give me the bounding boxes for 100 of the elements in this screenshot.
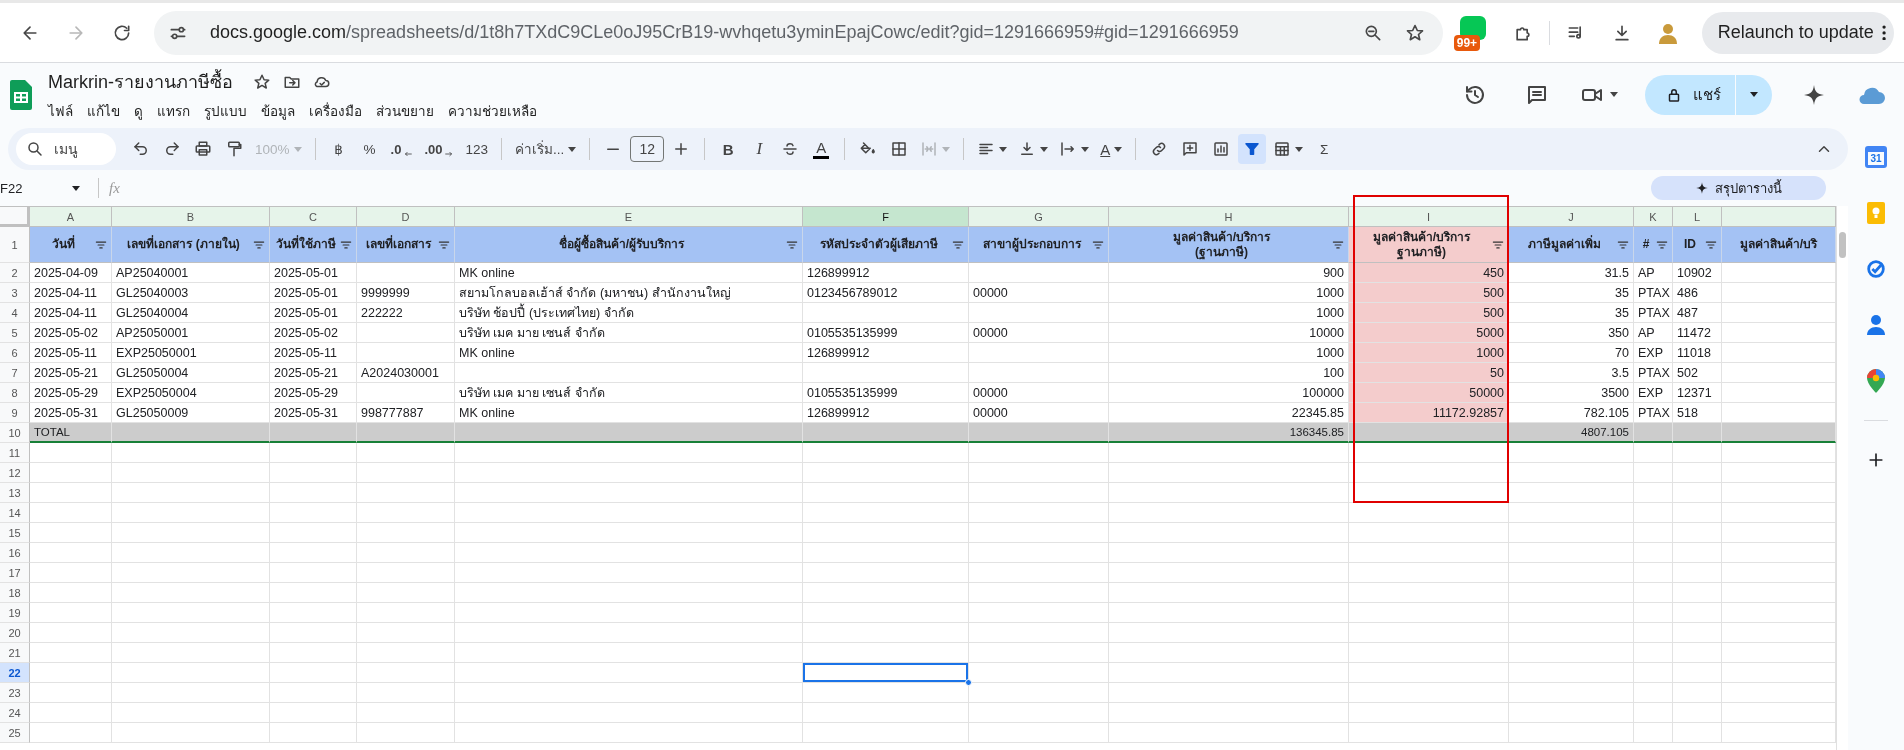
table-cell[interactable] bbox=[357, 563, 455, 583]
row-header[interactable]: 2 bbox=[0, 263, 30, 283]
table-cell[interactable] bbox=[357, 603, 455, 623]
menu-item[interactable]: ดู bbox=[134, 100, 143, 122]
text-color-button[interactable]: A bbox=[807, 134, 836, 164]
table-cell[interactable] bbox=[803, 643, 969, 663]
table-cell[interactable] bbox=[803, 703, 969, 723]
table-cell[interactable] bbox=[969, 503, 1109, 523]
table-cell[interactable] bbox=[112, 443, 270, 463]
table-cell[interactable] bbox=[357, 263, 455, 283]
table-cell[interactable] bbox=[1634, 443, 1673, 463]
table-cell[interactable] bbox=[969, 623, 1109, 643]
table-cell[interactable] bbox=[357, 443, 455, 463]
table-cell[interactable] bbox=[969, 263, 1109, 283]
table-cell[interactable] bbox=[1509, 603, 1634, 623]
table-cell[interactable] bbox=[1509, 583, 1634, 603]
table-cell[interactable] bbox=[1673, 723, 1722, 743]
table-cell[interactable] bbox=[1349, 643, 1509, 663]
bold-button[interactable]: B bbox=[714, 134, 743, 164]
table-cell[interactable] bbox=[112, 643, 270, 663]
table-cell[interactable] bbox=[455, 543, 803, 563]
row-header[interactable]: 20 bbox=[0, 623, 30, 643]
table-cell[interactable] bbox=[455, 423, 803, 443]
table-cell[interactable] bbox=[1509, 623, 1634, 643]
row-header[interactable]: 9 bbox=[0, 403, 30, 423]
menu-item[interactable]: ไฟล์ bbox=[48, 100, 73, 122]
table-cell[interactable] bbox=[1634, 483, 1673, 503]
table-cell[interactable] bbox=[1509, 663, 1634, 683]
table-cell[interactable] bbox=[1349, 563, 1509, 583]
table-cell[interactable] bbox=[1634, 583, 1673, 603]
table-cell[interactable] bbox=[30, 683, 112, 703]
table-cell[interactable] bbox=[1634, 723, 1673, 743]
row-header[interactable]: 14 bbox=[0, 503, 30, 523]
table-cell[interactable] bbox=[1634, 703, 1673, 723]
table-cell[interactable] bbox=[112, 423, 270, 443]
table-cell[interactable] bbox=[112, 603, 270, 623]
toolbar-button[interactable]: ฿ bbox=[324, 134, 353, 164]
table-cell[interactable] bbox=[357, 323, 455, 343]
table-cell[interactable] bbox=[270, 463, 357, 483]
table-cell[interactable] bbox=[1349, 683, 1509, 703]
table-cell[interactable] bbox=[30, 663, 112, 683]
table-cell[interactable] bbox=[803, 503, 969, 523]
row-header[interactable]: 5 bbox=[0, 323, 30, 343]
table-cell[interactable] bbox=[112, 703, 270, 723]
row-header[interactable]: 7 bbox=[0, 363, 30, 383]
table-cell[interactable] bbox=[30, 623, 112, 643]
table-cell[interactable] bbox=[357, 523, 455, 543]
table-cell[interactable] bbox=[969, 483, 1109, 503]
table-cell[interactable] bbox=[30, 523, 112, 543]
table-cell[interactable] bbox=[1634, 463, 1673, 483]
column-header[interactable]: K bbox=[1634, 207, 1673, 227]
table-cell[interactable] bbox=[30, 703, 112, 723]
table-cell[interactable] bbox=[112, 483, 270, 503]
table-cell[interactable] bbox=[1509, 723, 1634, 743]
column-header[interactable]: C bbox=[270, 207, 357, 227]
table-cell[interactable] bbox=[803, 363, 969, 383]
table-cell[interactable] bbox=[1109, 483, 1349, 503]
table-cell[interactable] bbox=[969, 723, 1109, 743]
table-cell[interactable] bbox=[1509, 543, 1634, 563]
row-header[interactable]: 17 bbox=[0, 563, 30, 583]
row-header[interactable]: 6 bbox=[0, 343, 30, 363]
table-cell[interactable] bbox=[1109, 523, 1349, 543]
table-cell[interactable] bbox=[30, 543, 112, 563]
table-cell[interactable] bbox=[1109, 663, 1349, 683]
table-cell[interactable] bbox=[969, 583, 1109, 603]
table-cell[interactable] bbox=[1634, 543, 1673, 563]
table-cell[interactable] bbox=[455, 623, 803, 643]
table-cell[interactable] bbox=[803, 623, 969, 643]
table-cell[interactable] bbox=[969, 643, 1109, 663]
table-cell[interactable] bbox=[1673, 703, 1722, 723]
extension-button[interactable]: 99+ bbox=[1448, 12, 1497, 53]
table-cell[interactable] bbox=[1109, 563, 1349, 583]
table-cell[interactable] bbox=[270, 723, 357, 743]
table-cell[interactable] bbox=[270, 523, 357, 543]
table-cell[interactable] bbox=[1109, 603, 1349, 623]
table-cell[interactable] bbox=[1509, 683, 1634, 703]
select-all-corner[interactable] bbox=[0, 207, 30, 227]
row-header[interactable]: 8 bbox=[0, 383, 30, 403]
table-cell[interactable] bbox=[1673, 423, 1722, 443]
table-cell[interactable] bbox=[1673, 523, 1722, 543]
table-cell[interactable] bbox=[455, 663, 803, 683]
table-cell[interactable] bbox=[1673, 503, 1722, 523]
table-cell[interactable] bbox=[1673, 583, 1722, 603]
column-header[interactable]: A bbox=[30, 207, 112, 227]
calendar-button[interactable]: 31 bbox=[1859, 140, 1893, 174]
table-cell[interactable] bbox=[357, 343, 455, 363]
table-cell[interactable] bbox=[30, 483, 112, 503]
table-cell[interactable] bbox=[1634, 563, 1673, 583]
table-cell[interactable] bbox=[803, 463, 969, 483]
scrollbar[interactable] bbox=[1836, 206, 1848, 750]
menu-item[interactable]: แก้ไข bbox=[87, 100, 120, 122]
table-cell[interactable] bbox=[1673, 683, 1722, 703]
column-header[interactable]: F bbox=[803, 207, 969, 227]
table-cell[interactable] bbox=[1349, 543, 1509, 563]
table-cell[interactable] bbox=[1509, 463, 1634, 483]
row-header[interactable]: 18 bbox=[0, 583, 30, 603]
summarize-button[interactable]: สรุปตารางนี้ bbox=[1651, 176, 1826, 200]
table-cell[interactable] bbox=[30, 643, 112, 663]
menu-item[interactable]: ความช่วยเหลือ bbox=[448, 100, 537, 122]
table-cell[interactable] bbox=[30, 443, 112, 463]
